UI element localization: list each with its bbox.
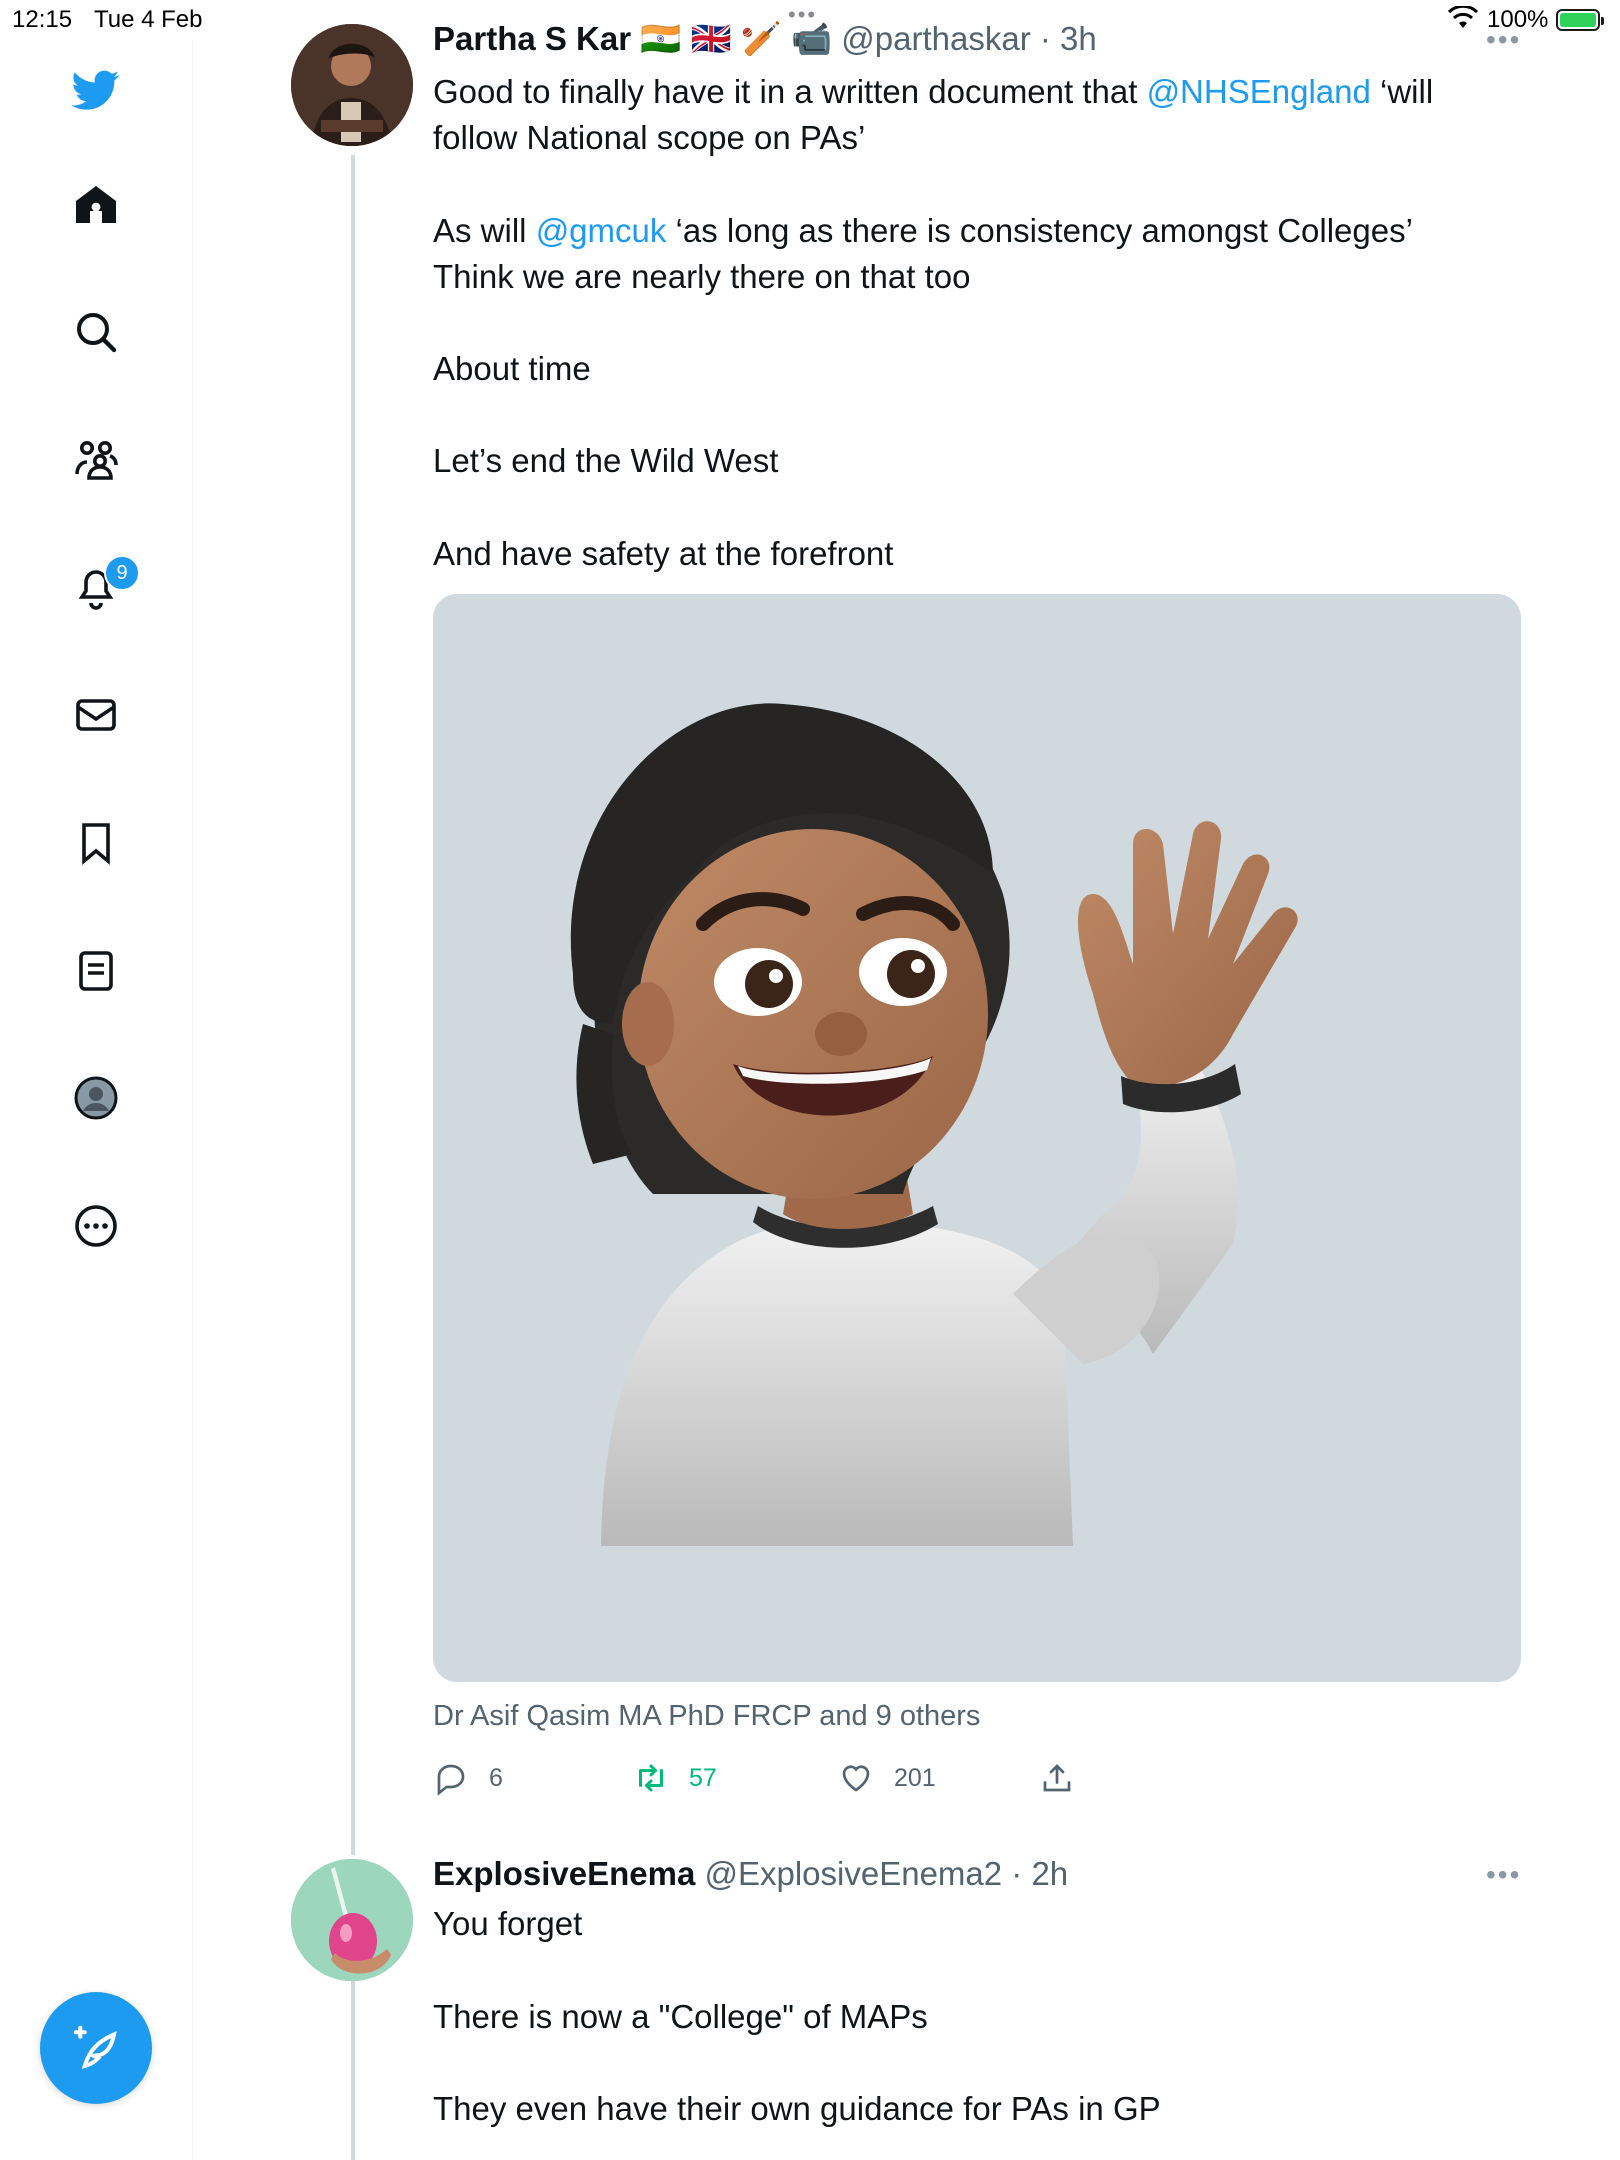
tweet-time[interactable]: · 2h xyxy=(1011,1855,1068,1892)
tweet-more-icon[interactable]: ••• xyxy=(1486,1859,1521,1891)
communities-icon[interactable] xyxy=(66,430,126,490)
tweet-text-segment: ‘as long as there is consistency amongst… xyxy=(666,212,1413,249)
retweet-button[interactable]: 57 xyxy=(633,1758,717,1798)
tweet-text-segment: ‘will xyxy=(1370,73,1434,110)
search-icon[interactable] xyxy=(66,302,126,362)
author-name[interactable]: ExplosiveEnema xyxy=(433,1855,695,1892)
tweet-text-line: Let’s end the Wild West xyxy=(433,442,779,479)
memoji-waving-image xyxy=(570,703,1298,1546)
more-icon[interactable] xyxy=(66,1196,126,1256)
retweet-count: 57 xyxy=(689,1763,717,1792)
retweet-icon xyxy=(639,1764,663,1792)
avatar[interactable] xyxy=(291,24,413,146)
twitter-logo-icon[interactable] xyxy=(66,60,126,120)
battery-icon xyxy=(1556,9,1604,31)
bookmarks-icon[interactable] xyxy=(66,813,126,873)
wifi-icon xyxy=(1448,6,1478,28)
reply-button[interactable]: 6 xyxy=(433,1758,503,1798)
mention-link[interactable]: @gmcuk xyxy=(536,212,667,249)
mention-link[interactable]: @NHSEngland xyxy=(1147,73,1371,110)
tweet-text-line: There is now a "College" of MAPs xyxy=(433,1998,928,2035)
author-handle[interactable]: @ExplosiveEnema2 xyxy=(704,1855,1002,1892)
profile-icon[interactable] xyxy=(66,1068,126,1128)
lists-icon[interactable] xyxy=(66,941,126,1001)
tweet-text-line: And have safety at the forefront xyxy=(433,535,894,572)
tweet-header: ExplosiveEnema @ExplosiveEnema2 · 2h xyxy=(433,1855,1068,1893)
tweet-more-icon[interactable]: ••• xyxy=(1486,24,1521,56)
tweet-header: Partha S Kar 🇮🇳 🇬🇧 🏏 📹 @parthaskar · 3h xyxy=(433,20,1097,59)
tweet-text-line: They even have their own guidance for PA… xyxy=(433,2090,1161,2127)
like-button[interactable]: 201 xyxy=(838,1758,936,1798)
thread-line xyxy=(351,155,355,1855)
heart-icon xyxy=(842,1765,870,1792)
share-button[interactable] xyxy=(1039,1758,1095,1798)
liked-by-text[interactable]: Dr Asif Qasim MA PhD FRCP and 9 others xyxy=(433,1700,980,1733)
notification-badge: 9 xyxy=(104,555,140,591)
tweet-text-segment: As will xyxy=(433,212,536,249)
status-time: 12:15 xyxy=(12,6,73,33)
thread-line xyxy=(351,1975,355,2160)
like-count: 201 xyxy=(894,1763,936,1792)
avatar[interactable] xyxy=(291,1859,413,1981)
tweet-image[interactable] xyxy=(433,594,1521,1682)
status-date: Tue 4 Feb xyxy=(94,6,203,33)
tweet-text-segment: Good to finally have it in a written doc… xyxy=(433,73,1147,110)
reply-count: 6 xyxy=(489,1763,503,1792)
share-icon xyxy=(1043,1764,1071,1792)
tweet-text-line: You forget xyxy=(433,1905,583,1942)
author-handle[interactable]: @parthaskar xyxy=(841,20,1030,57)
tweet-text-segment: Think we are nearly there on that too xyxy=(433,258,971,295)
messages-icon[interactable] xyxy=(66,685,126,745)
tweet-time[interactable]: · 3h xyxy=(1040,20,1097,57)
compose-tweet-button[interactable] xyxy=(40,1992,152,2104)
tweet-text-line: About time xyxy=(433,350,591,387)
reply-icon xyxy=(437,1764,465,1796)
home-icon[interactable] xyxy=(66,175,126,235)
tweet-text: As will @gmcuk ‘as long as there is cons… xyxy=(433,208,1513,300)
tweet-text-segment: follow National scope on PAs’ xyxy=(433,119,866,156)
tweet-text: Good to finally have it in a written doc… xyxy=(433,69,1513,161)
author-name[interactable]: Partha S Kar 🇮🇳 🇬🇧 🏏 📹 xyxy=(433,20,832,57)
